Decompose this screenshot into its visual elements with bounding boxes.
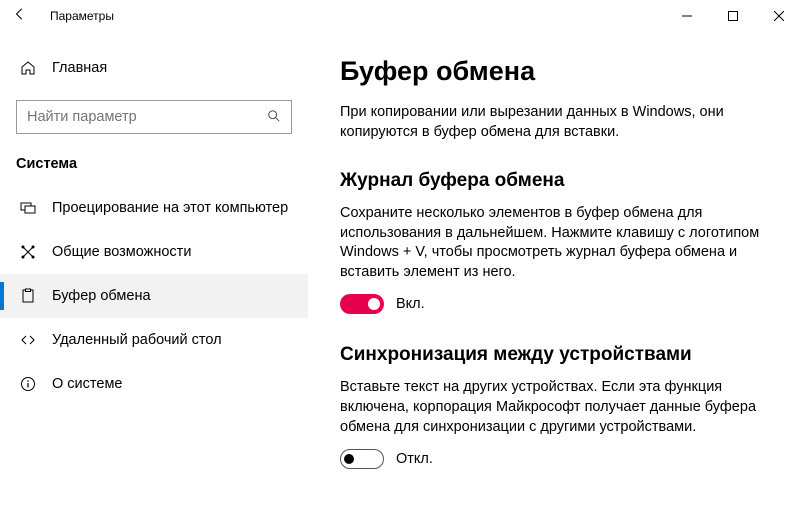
sidebar-item-label: Проецирование на этот компьютер xyxy=(52,200,288,216)
info-icon xyxy=(16,376,40,392)
minimize-button[interactable] xyxy=(664,0,710,32)
clipboard-icon xyxy=(16,288,40,304)
shared-icon xyxy=(16,244,40,260)
search-box[interactable] xyxy=(16,100,292,134)
search-icon xyxy=(257,109,291,126)
history-heading: Журнал буфера обмена xyxy=(340,170,778,192)
sidebar-item-remote[interactable]: Удаленный рабочий стол xyxy=(0,318,308,362)
page-intro: При копировании или вырезании данных в W… xyxy=(340,103,760,142)
sidebar-item-projecting[interactable]: Проецирование на этот компьютер xyxy=(0,186,308,230)
titlebar: Параметры xyxy=(0,0,802,32)
sync-toggle[interactable] xyxy=(340,449,384,469)
home-nav[interactable]: Главная xyxy=(0,52,308,84)
home-label: Главная xyxy=(52,60,107,76)
category-heading: Система xyxy=(0,134,308,186)
sidebar-item-label: Общие возможности xyxy=(52,244,191,260)
page-title: Буфер обмена xyxy=(340,56,778,87)
sync-text: Вставьте текст на других устройствах. Ес… xyxy=(340,378,770,437)
content-pane: Буфер обмена При копировании или вырезан… xyxy=(308,32,802,509)
sidebar-item-label: Удаленный рабочий стол xyxy=(52,332,222,348)
search-input[interactable] xyxy=(17,109,257,125)
sidebar-item-label: Буфер обмена xyxy=(52,288,151,304)
window-title: Параметры xyxy=(50,9,114,23)
projecting-icon xyxy=(16,200,40,216)
close-button[interactable] xyxy=(756,0,802,32)
history-toggle-label: Вкл. xyxy=(396,296,425,312)
history-text: Сохраните несколько элементов в буфер об… xyxy=(340,204,770,282)
back-button[interactable] xyxy=(4,7,36,25)
history-toggle[interactable] xyxy=(340,294,384,314)
sync-heading: Синхронизация между устройствами xyxy=(340,344,778,366)
sidebar-item-clipboard[interactable]: Буфер обмена xyxy=(0,274,308,318)
sidebar-item-about[interactable]: О системе xyxy=(0,362,308,406)
sidebar-item-shared[interactable]: Общие возможности xyxy=(0,230,308,274)
home-icon xyxy=(16,60,40,76)
remote-desktop-icon xyxy=(16,332,40,348)
maximize-button[interactable] xyxy=(710,0,756,32)
sync-toggle-label: Откл. xyxy=(396,451,433,467)
sidebar: Главная Система Проецирование на этот ко… xyxy=(0,32,308,509)
sidebar-item-label: О системе xyxy=(52,376,122,392)
